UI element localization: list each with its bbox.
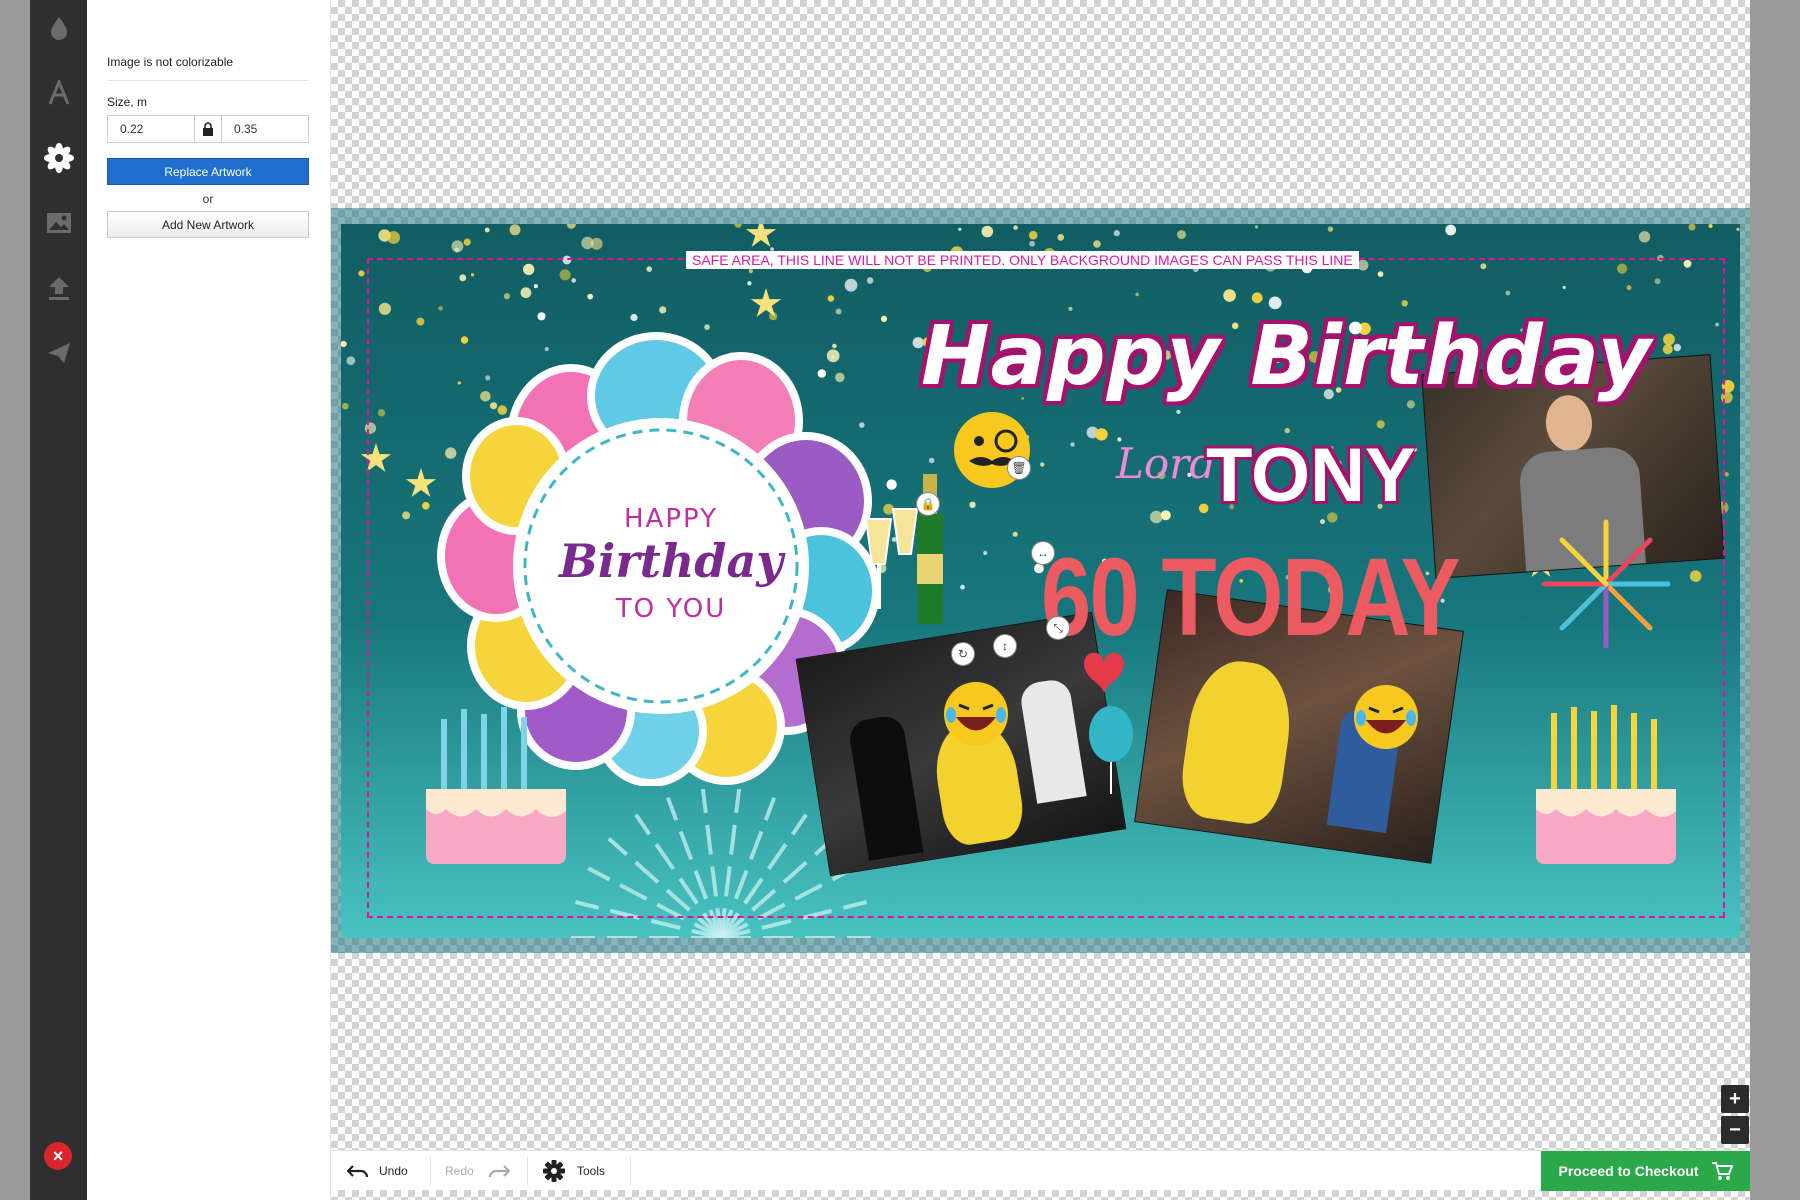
bar-divider	[430, 1157, 431, 1185]
redo-label: Redo	[445, 1164, 474, 1178]
artwork-properties-panel: Image is not colorizable Size, m Replace…	[87, 0, 331, 1200]
tools-button[interactable]: Tools	[543, 1151, 605, 1191]
bar-divider-3	[630, 1157, 631, 1185]
cart-icon	[1711, 1162, 1733, 1180]
flower-icon[interactable]	[30, 133, 87, 183]
safe-area-line	[367, 258, 1725, 918]
right-gutter	[1750, 0, 1800, 1200]
colorizable-note: Image is not colorizable	[107, 55, 234, 69]
close-icon[interactable]: ×	[44, 1142, 72, 1170]
undo-icon	[347, 1165, 369, 1178]
panel-divider	[107, 80, 309, 81]
undo-button[interactable]: Undo	[347, 1151, 408, 1191]
droplet-icon[interactable]	[30, 3, 87, 53]
upload-icon[interactable]	[30, 263, 87, 313]
banner-bleed-area: HAPPY Birthday TO YOU Happy Birthday Lor…	[331, 208, 1750, 953]
proceed-to-checkout-button[interactable]: Proceed to Checkout	[1541, 1151, 1750, 1191]
bottom-action-bar: Undo Redo Tools Proceed to Checkout	[331, 1150, 1750, 1191]
redo-icon	[488, 1165, 510, 1178]
aspect-lock-icon[interactable]	[195, 115, 221, 143]
undo-label: Undo	[379, 1164, 408, 1178]
bar-divider-2	[527, 1157, 528, 1185]
banner-design[interactable]: HAPPY Birthday TO YOU Happy Birthday Lor…	[341, 224, 1740, 938]
image-icon[interactable]	[30, 198, 87, 248]
zoom-in-button[interactable]: +	[1721, 1085, 1749, 1113]
safe-area-label: SAFE AREA, THIS LINE WILL NOT BE PRINTED…	[686, 251, 1359, 269]
or-separator: or	[202, 192, 214, 206]
replace-artwork-button[interactable]: Replace Artwork	[107, 158, 309, 185]
tool-sidebar: ×	[30, 0, 87, 1200]
design-canvas[interactable]: HAPPY Birthday TO YOU Happy Birthday Lor…	[331, 0, 1750, 1200]
width-input[interactable]	[107, 115, 195, 143]
checkout-label: Proceed to Checkout	[1558, 1163, 1699, 1179]
size-label: Size, m	[107, 95, 148, 109]
add-new-artwork-button[interactable]: Add New Artwork	[107, 211, 309, 238]
text-icon[interactable]	[30, 68, 87, 118]
height-input[interactable]	[221, 115, 309, 143]
gear-icon	[543, 1160, 565, 1182]
zoom-out-button[interactable]: −	[1721, 1116, 1749, 1144]
send-icon[interactable]	[30, 328, 87, 378]
redo-button[interactable]: Redo	[445, 1151, 510, 1191]
tools-label: Tools	[577, 1164, 606, 1178]
